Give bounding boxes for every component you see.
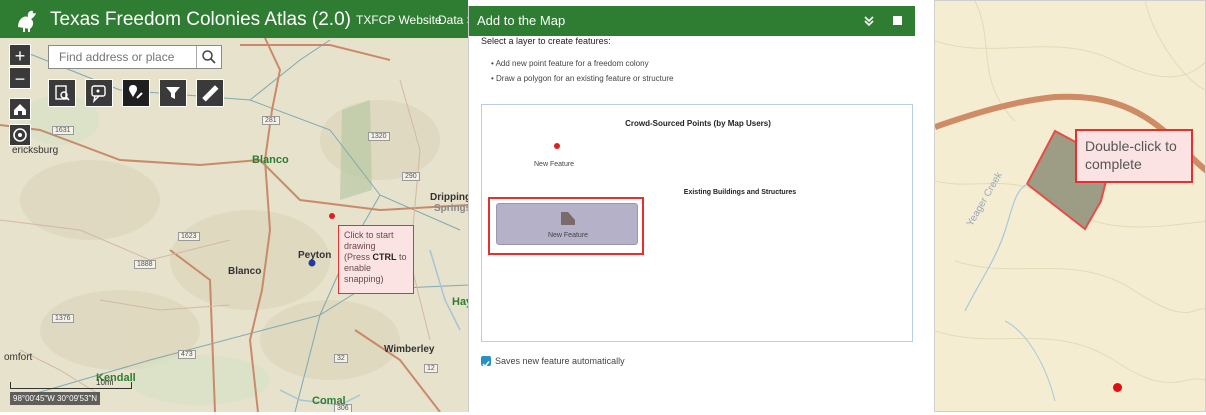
instruction-bullet: • Draw a polygon for an existing feature… <box>491 74 674 83</box>
search-icon <box>202 50 216 64</box>
place-label: Springs <box>434 203 468 214</box>
identify-icon <box>55 85 70 101</box>
checkmark-icon <box>482 361 490 368</box>
place-label: Blanco <box>228 266 262 277</box>
home-button[interactable] <box>9 98 31 120</box>
route-shield: 473 <box>178 350 196 359</box>
tooltip-text: (Press <box>344 252 373 262</box>
point-symbol-icon[interactable] <box>554 143 560 149</box>
scale-bar <box>10 382 132 389</box>
place-label: Blanco <box>252 154 289 166</box>
zoom-out-button[interactable]: − <box>9 67 31 89</box>
measure-tool-button[interactable] <box>196 79 224 107</box>
place-label: Wimberley <box>384 344 435 355</box>
route-shield: 12 <box>424 364 438 373</box>
edit-tool-button[interactable] <box>122 79 150 107</box>
template-group-title: Crowd-Sourced Points (by Map Users) <box>625 119 771 128</box>
route-shield: 281 <box>262 116 280 125</box>
zoomed-map[interactable]: Double-click to complete Yeager Creek <box>934 0 1206 412</box>
home-icon <box>14 104 26 115</box>
route-shield: 290 <box>402 172 420 181</box>
tooltip-line: Click to start <box>344 230 394 240</box>
polygon-template-item[interactable]: New Feature <box>496 203 638 245</box>
place-label: Peyton <box>298 250 332 261</box>
auto-save-label: Saves new feature automatically <box>495 356 625 366</box>
scale-label: 10mi <box>96 378 114 387</box>
point-feature-marker[interactable] <box>1113 383 1122 392</box>
add-to-map-panel: Add to the Map Select a layer to create … <box>468 6 915 412</box>
route-shield: 32 <box>334 354 348 363</box>
measure-icon <box>202 85 219 102</box>
panel-instruction: Select a layer to create features: <box>481 36 611 46</box>
tooltip-line: enable <box>344 263 372 273</box>
polygon-symbol-icon <box>561 212 575 225</box>
locate-icon <box>13 128 27 142</box>
atlas-app-window: ericksburg Blanco Blanco Dripping Spring… <box>0 0 468 412</box>
zoom-in-button[interactable]: + <box>9 44 31 66</box>
route-shield: 1888 <box>134 260 156 269</box>
coordinates-readout: 98°00'45"W 30°09'53"N <box>10 392 101 405</box>
search-button[interactable] <box>196 46 221 68</box>
auto-save-checkbox[interactable] <box>481 356 491 368</box>
route-shield: 1376 <box>52 314 74 323</box>
layers-icon <box>91 85 106 104</box>
search-input[interactable] <box>49 46 197 68</box>
tooltip-key: CTRL <box>372 252 397 262</box>
txfcp-website-link[interactable]: TXFCP Website <box>356 13 442 27</box>
place-label: Hay <box>452 296 468 308</box>
search-widget <box>48 45 222 69</box>
place-label: omfort <box>4 352 33 363</box>
panel-header: Add to the Map <box>469 6 915 36</box>
route-shield: 1631 <box>52 126 74 135</box>
panel-title: Add to the Map <box>477 13 566 28</box>
app-header: Texas Freedom Colonies Atlas (2.0) TXFCP… <box>0 0 468 38</box>
tooltip-line: snapping) <box>344 274 384 284</box>
route-shield: 1320 <box>368 132 390 141</box>
rooster-logo-icon <box>18 10 36 32</box>
data-sources-link[interactable]: Data S <box>438 13 468 27</box>
filter-icon <box>166 87 180 99</box>
layers-tool-button[interactable] <box>85 79 113 107</box>
identify-tool-button[interactable] <box>48 79 76 107</box>
point-template-label[interactable]: New Feature <box>534 161 574 168</box>
filter-tool-button[interactable] <box>159 79 187 107</box>
app-title: Texas Freedom Colonies Atlas (2.0) <box>50 9 351 30</box>
tooltip-line: drawing <box>344 241 376 251</box>
tooltip-text: to <box>396 252 407 262</box>
add-feature-icon <box>129 85 143 99</box>
bullet-text: Add new point feature for a freedom colo… <box>495 59 649 68</box>
route-shield: 306 <box>334 404 352 412</box>
maximize-icon[interactable] <box>893 16 902 25</box>
place-label: Dripping <box>430 192 468 203</box>
bullet-text: Draw a polygon for an existing feature o… <box>496 74 674 83</box>
template-group-title: Existing Buildings and Structures <box>683 189 797 196</box>
route-shield: 1623 <box>178 232 200 241</box>
instruction-bullet: • Add new point feature for a freedom co… <box>491 59 649 68</box>
locate-button[interactable] <box>9 124 31 146</box>
feature-template-picker: Crowd-Sourced Points (by Map Users) New … <box>481 104 913 342</box>
collapse-icon[interactable] <box>863 15 875 27</box>
double-click-tooltip: Double-click to complete <box>1075 129 1193 183</box>
polygon-template-label: New Feature <box>547 232 589 239</box>
new-point-marker <box>329 213 335 219</box>
drawing-tooltip: Click to start drawing (Press CTRL to en… <box>338 225 414 294</box>
